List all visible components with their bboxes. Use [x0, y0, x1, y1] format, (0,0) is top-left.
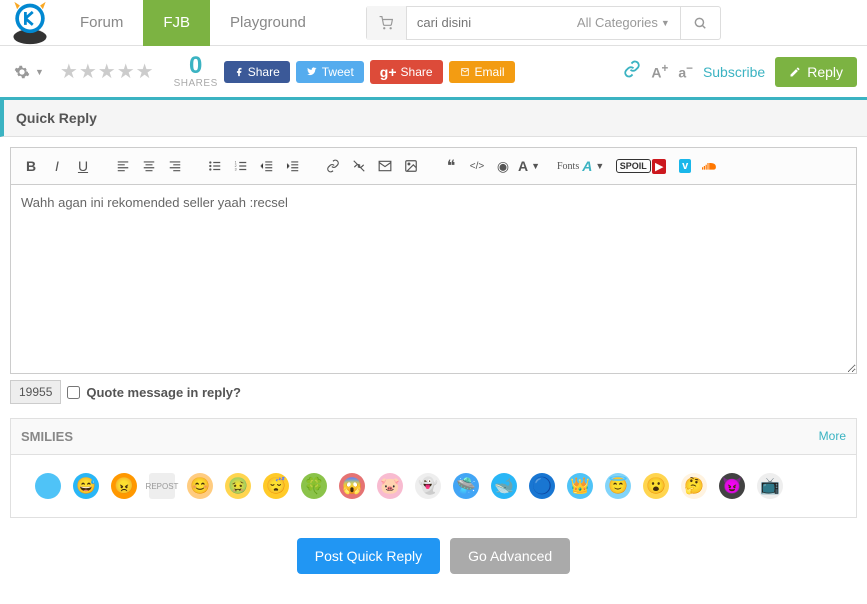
star-icon[interactable]: ★ [60, 59, 78, 84]
cart-icon[interactable] [367, 6, 407, 40]
quote-button[interactable]: ❝ [439, 154, 463, 178]
smiley-icon[interactable]: 🛸 [453, 473, 479, 499]
star-icon[interactable]: ★ [98, 59, 116, 84]
facebook-share-button[interactable]: Share [224, 61, 290, 83]
nav-fjb[interactable]: FJB [143, 0, 210, 46]
em-label: Email [475, 65, 505, 79]
star-icon[interactable]: ★ [79, 59, 97, 84]
text-size-increase[interactable]: A+ [651, 62, 668, 81]
align-center-button[interactable] [137, 154, 161, 178]
search-button[interactable] [680, 6, 720, 40]
googleplus-share-button[interactable]: g+ Share [370, 60, 443, 84]
smilies-box: SMILIES More 😅 😠 REPOST 😊 🤢 😴 🍀 😱 🐷 👻 🛸 … [10, 418, 857, 518]
soundcloud-button[interactable] [699, 154, 723, 178]
smiley-icon[interactable]: REPOST [149, 473, 175, 499]
email-share-button[interactable]: Email [449, 61, 515, 83]
smiley-icon[interactable]: 👻 [415, 473, 441, 499]
smiley-icon[interactable]: 📺 [757, 473, 783, 499]
font-color-button[interactable]: A▼ [581, 154, 605, 178]
nav-playground[interactable]: Playground [210, 0, 326, 46]
twitter-share-button[interactable]: Tweet [296, 61, 364, 83]
smiley-icon[interactable]: 😠 [111, 473, 137, 499]
code-button[interactable]: </> [465, 154, 489, 178]
reply-label: Reply [807, 64, 843, 80]
star-icon[interactable]: ★ [136, 59, 154, 84]
smiley-icon[interactable]: 😊 [187, 473, 213, 499]
gp-label: Share [401, 65, 433, 79]
top-nav: Forum FJB Playground All Categories ▼ [0, 0, 867, 46]
smiley-icon[interactable]: 😱 [339, 473, 365, 499]
gear-icon[interactable]: ▼ [10, 60, 48, 84]
smiley-icon[interactable]: 🐷 [377, 473, 403, 499]
thread-toolbar: ▼ ★ ★ ★ ★ ★ 0 SHARES Share Tweet g+ Shar… [0, 46, 867, 100]
quick-reply-header: Quick Reply [0, 100, 867, 137]
unordered-list-button[interactable] [203, 154, 227, 178]
chevron-down-icon: ▼ [661, 18, 670, 28]
ordered-list-button[interactable]: 123 [229, 154, 253, 178]
link-button[interactable] [321, 154, 345, 178]
smilies-more-link[interactable]: More [819, 429, 846, 444]
underline-button[interactable]: U [71, 154, 95, 178]
reply-textarea[interactable] [11, 185, 856, 373]
quote-options: 19955 Quote message in reply? [10, 380, 857, 404]
search-bar: All Categories ▼ [366, 6, 721, 40]
subscribe-link[interactable]: Subscribe [703, 64, 765, 80]
star-icon[interactable]: ★ [117, 59, 135, 84]
spoiler-button[interactable]: SPOIL [621, 154, 645, 178]
smiley-icon[interactable]: 🤢 [225, 473, 251, 499]
youtube-button[interactable]: ▶ [647, 154, 671, 178]
quote-label: Quote message in reply? [86, 385, 241, 400]
smiley-icon[interactable]: 🐋 [491, 473, 517, 499]
smiley-icon[interactable]: 😇 [605, 473, 631, 499]
outdent-button[interactable] [255, 154, 279, 178]
smiley-icon[interactable]: 🍀 [301, 473, 327, 499]
editor-toolbar: B I U 123 ❝ </ [11, 148, 856, 185]
smilies-header-label: SMILIES [21, 429, 73, 444]
quick-reply-body: B I U 123 ❝ </ [0, 137, 867, 604]
editor-container: B I U 123 ❝ </ [10, 147, 857, 374]
post-id: 19955 [10, 380, 61, 404]
text-size-decrease[interactable]: a− [678, 62, 693, 81]
smiley-icon[interactable] [35, 473, 61, 499]
font-size-button[interactable]: A▼ [517, 154, 541, 178]
smiley-icon[interactable]: 🤔 [681, 473, 707, 499]
unlink-button[interactable] [347, 154, 371, 178]
bottom-buttons: Post Quick Reply Go Advanced [10, 518, 857, 594]
image-button[interactable] [399, 154, 423, 178]
tw-label: Tweet [322, 65, 354, 79]
shares-count: 0 SHARES [174, 54, 218, 89]
site-logo[interactable] [0, 0, 60, 46]
smilies-grid: 😅 😠 REPOST 😊 🤢 😴 🍀 😱 🐷 👻 🛸 🐋 🔵 👑 😇 😮 🤔 😈… [11, 455, 856, 517]
svg-text:3: 3 [235, 168, 237, 172]
fonts-button[interactable]: Fonts [557, 154, 579, 178]
smiley-icon[interactable]: 😮 [643, 473, 669, 499]
go-advanced-button[interactable]: Go Advanced [450, 538, 570, 574]
quote-checkbox[interactable] [67, 386, 80, 399]
mention-button[interactable]: ◉ [491, 154, 515, 178]
smiley-icon[interactable]: 😈 [719, 473, 745, 499]
link-icon[interactable] [623, 60, 641, 83]
smiley-icon[interactable]: 😅 [73, 473, 99, 499]
italic-button[interactable]: I [45, 154, 69, 178]
category-label: All Categories [577, 15, 658, 30]
rating-stars: ★ ★ ★ ★ ★ [60, 59, 154, 84]
smiley-icon[interactable]: 😴 [263, 473, 289, 499]
smiley-icon[interactable]: 👑 [567, 473, 593, 499]
category-dropdown[interactable]: All Categories ▼ [567, 15, 680, 30]
email-button[interactable] [373, 154, 397, 178]
search-input[interactable] [407, 15, 567, 30]
shares-number: 0 [174, 54, 218, 78]
smiley-icon[interactable]: 🔵 [529, 473, 555, 499]
post-quick-reply-button[interactable]: Post Quick Reply [297, 538, 440, 574]
vimeo-button[interactable]: v [673, 154, 697, 178]
indent-button[interactable] [281, 154, 305, 178]
align-left-button[interactable] [111, 154, 135, 178]
nav-forum[interactable]: Forum [60, 0, 143, 46]
bold-button[interactable]: B [19, 154, 43, 178]
shares-label: SHARES [174, 78, 218, 89]
align-right-button[interactable] [163, 154, 187, 178]
reply-button[interactable]: Reply [775, 57, 857, 87]
fb-label: Share [248, 65, 280, 79]
